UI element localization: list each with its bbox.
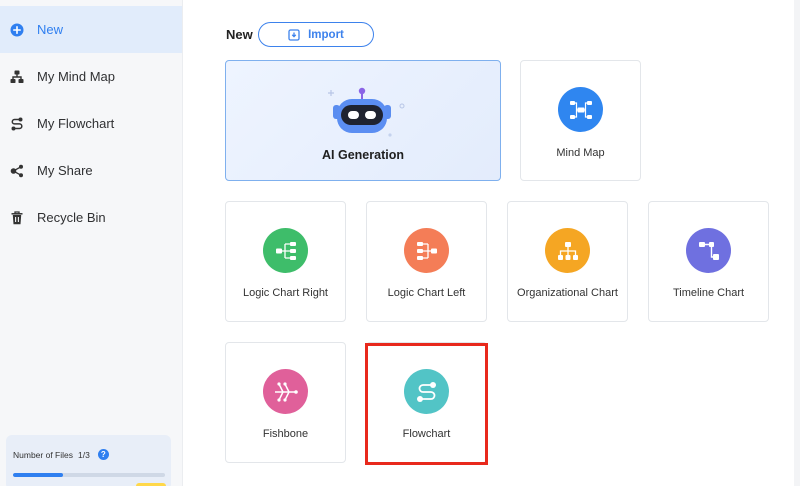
sidebar-item-my-flowchart[interactable]: My Flowchart (0, 100, 182, 147)
flowchart-icon (404, 369, 449, 414)
sidebar-item-label: Recycle Bin (37, 210, 106, 225)
template-label: Timeline Chart (672, 287, 745, 299)
trash-icon (10, 210, 24, 225)
template-label: Organizational Chart (517, 287, 618, 299)
template-label: Logic Chart Right (243, 287, 328, 299)
import-button[interactable]: Import (258, 22, 374, 47)
template-card-logic-chart-left[interactable]: Logic Chart Left (366, 201, 487, 322)
share-icon (10, 164, 24, 178)
scrollbar[interactable] (794, 0, 800, 486)
page-title: New (226, 27, 253, 42)
mind-map-icon (10, 70, 24, 84)
main-panel: New Import AI Generation Mind Map Logic … (183, 0, 800, 486)
sidebar: New My Mind Map My Flowchart My Share Re… (0, 0, 183, 486)
template-card-flowchart[interactable]: Flowchart (366, 342, 487, 463)
file-quota-progress-fill (13, 473, 64, 477)
file-quota-progress (13, 473, 165, 477)
plus-circle-icon (10, 23, 24, 37)
template-label: Flowchart (402, 428, 451, 440)
logic-chart-right-icon (263, 228, 308, 273)
template-card-fishbone[interactable]: Fishbone (225, 342, 346, 463)
sidebar-item-recycle-bin[interactable]: Recycle Bin (0, 194, 182, 241)
mind-map-icon (558, 87, 603, 132)
template-card-mind-map[interactable]: Mind Map (520, 60, 641, 181)
template-label: Logic Chart Left (387, 287, 466, 299)
flowchart-icon (10, 117, 24, 131)
template-card-timeline-chart[interactable]: Timeline Chart (648, 201, 769, 322)
template-card-organizational-chart[interactable]: Organizational Chart (507, 201, 628, 322)
file-quota-label: Number of Files (13, 449, 73, 460)
sidebar-item-new[interactable]: New (0, 6, 182, 53)
template-label: Fishbone (262, 428, 309, 440)
import-icon (288, 28, 300, 41)
file-quota-card: Number of Files 1/3 ? (6, 435, 171, 486)
ai-generation-label: AI Generation (322, 148, 404, 162)
sidebar-item-label: My Share (37, 163, 93, 178)
timeline-chart-icon (686, 228, 731, 273)
logic-chart-left-icon (404, 228, 449, 273)
sidebar-item-my-mind-map[interactable]: My Mind Map (0, 53, 182, 100)
robot-icon (328, 87, 405, 137)
file-quota-count: 1/3 (78, 449, 90, 460)
template-label: Mind Map (556, 147, 605, 159)
sidebar-item-label: My Mind Map (37, 69, 116, 84)
help-icon[interactable]: ? (97, 449, 109, 460)
sidebar-item-label: New (37, 22, 64, 37)
org-chart-icon (545, 228, 590, 273)
fishbone-icon (263, 369, 308, 414)
import-button-label: Import (308, 28, 344, 41)
ai-generation-card[interactable]: AI Generation (225, 60, 501, 181)
sidebar-item-label: My Flowchart (37, 116, 115, 131)
sidebar-item-my-share[interactable]: My Share (0, 147, 182, 194)
template-card-logic-chart-right[interactable]: Logic Chart Right (225, 201, 346, 322)
